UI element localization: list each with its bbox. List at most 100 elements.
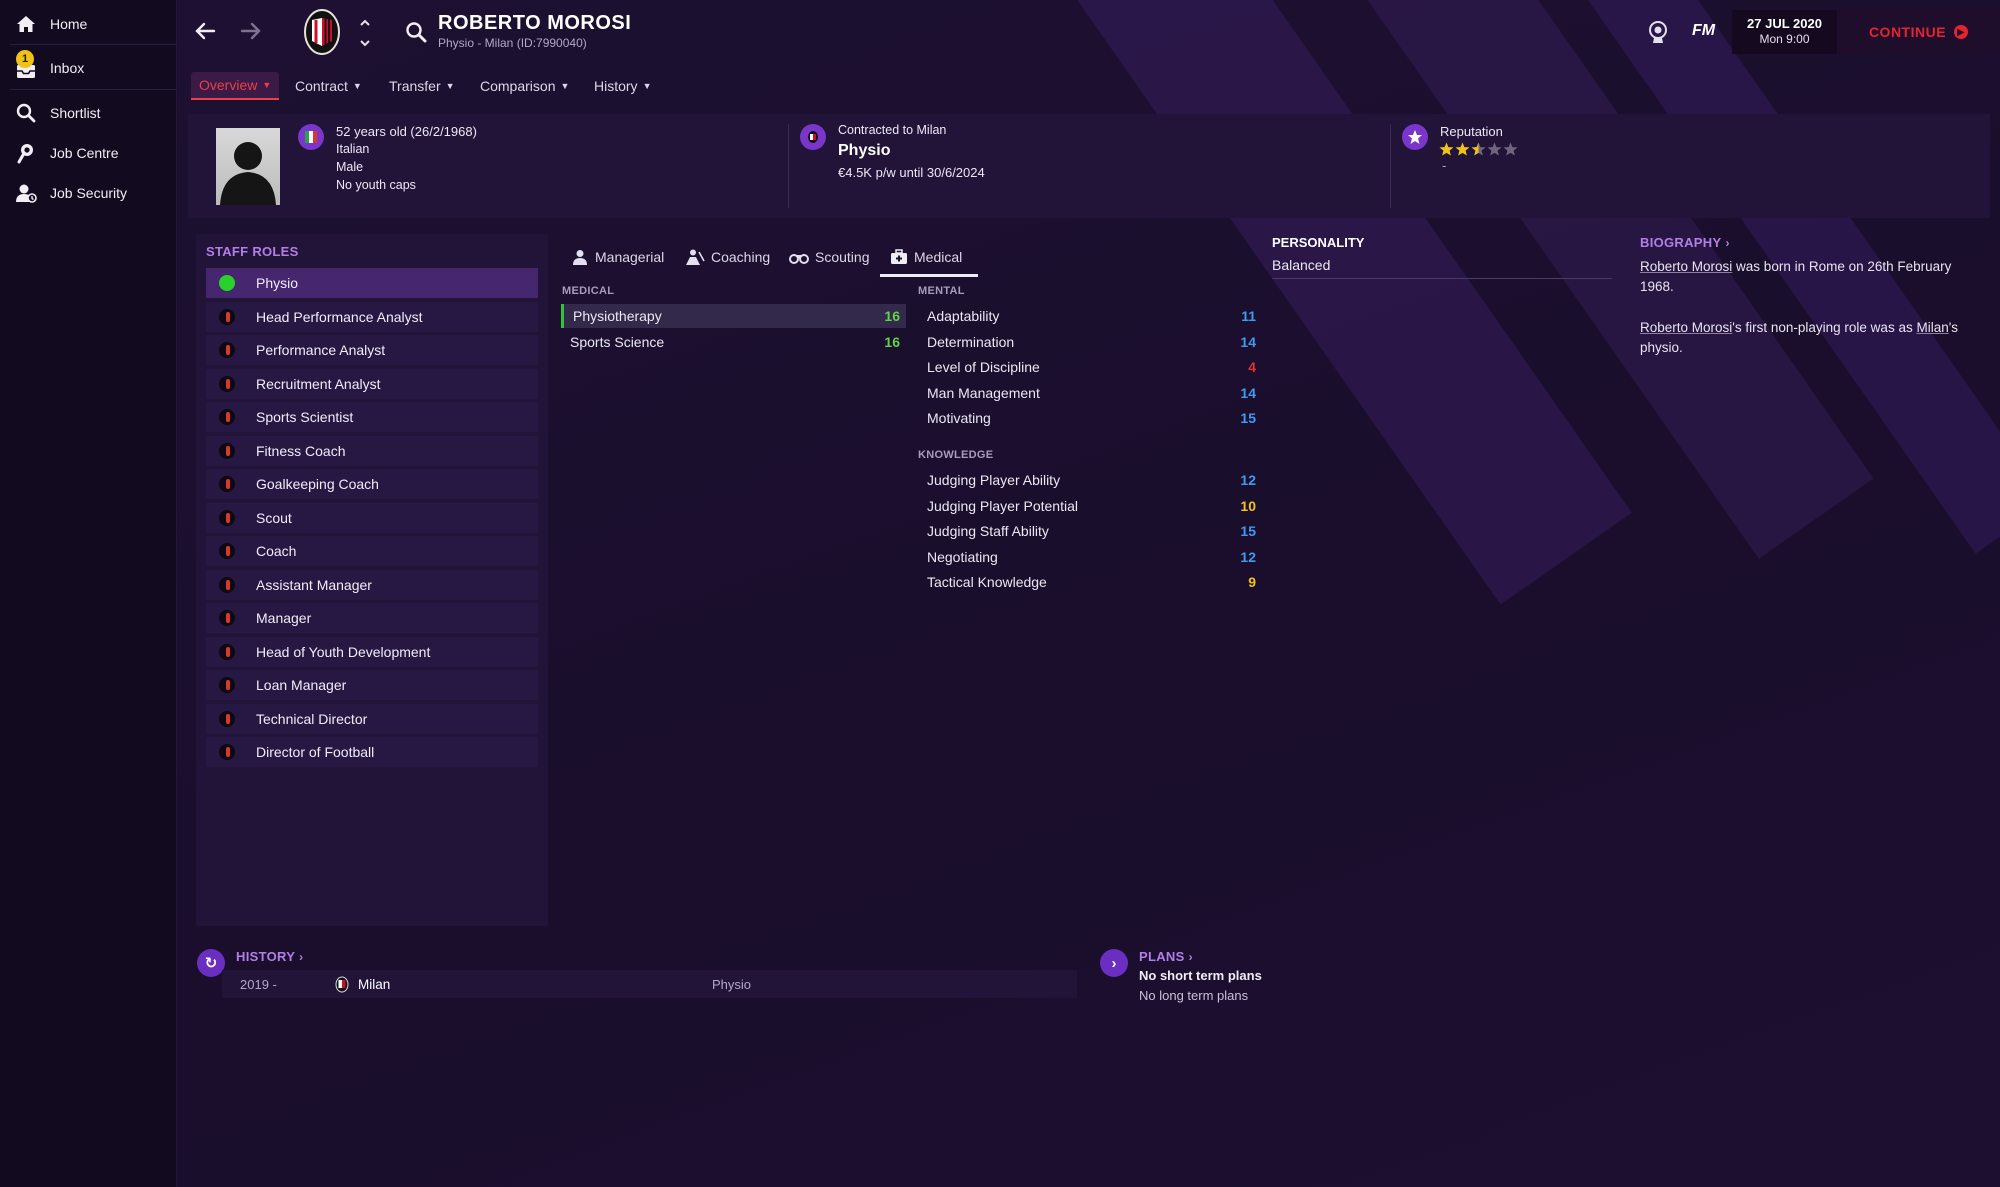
attribute-row[interactable]: Negotiating 12	[918, 545, 1262, 569]
staff-role-row[interactable]: Loan Manager	[206, 670, 538, 700]
staff-role-row[interactable]: Goalkeeping Coach	[206, 469, 538, 499]
divider	[10, 44, 177, 45]
avatar[interactable]	[216, 128, 280, 205]
role-status-icon	[219, 308, 235, 325]
attribute-value: 14	[1240, 384, 1256, 401]
youth-caps-text: No youth caps	[336, 178, 416, 192]
staff-role-row[interactable]: Fitness Coach	[206, 435, 538, 466]
attribute-row[interactable]: Judging Player Potential 10	[918, 494, 1262, 518]
fm-logo[interactable]: FM	[1692, 22, 1715, 40]
attribute-row[interactable]: Motivating 15	[918, 406, 1262, 430]
history-refresh-icon[interactable]: ↻	[197, 949, 225, 977]
role-status-icon	[219, 643, 235, 660]
current-time: Mon 9:00	[1759, 32, 1810, 46]
club-crest-icon[interactable]	[303, 8, 341, 56]
tab-scouting[interactable]: Scouting	[789, 244, 869, 270]
divider	[1390, 124, 1391, 208]
sidebar-item-job-centre[interactable]: Job Centre	[0, 133, 177, 173]
chevron-down-icon: ▼	[642, 81, 652, 91]
mental-header: MENTAL	[918, 285, 965, 297]
history-club: Milan	[358, 977, 391, 992]
staff-role-row[interactable]: Scout	[206, 502, 538, 533]
continue-button[interactable]: CONTINUE ▶	[1837, 10, 2000, 54]
history-row[interactable]: 2019 - Milan Physio	[222, 970, 1077, 998]
attribute-row[interactable]: Adaptability 11	[918, 304, 1262, 328]
sidebar-item-home[interactable]: Home	[0, 4, 177, 44]
role-active-indicator-icon	[219, 275, 235, 291]
attribute-row[interactable]: Judging Staff Ability 15	[918, 519, 1262, 543]
tab-label: Transfer	[389, 78, 441, 94]
attribute-value: 15	[1240, 410, 1256, 427]
biography-paragraph: Roberto Morosi was born in Rome on 26th …	[1640, 257, 1980, 297]
chevron-right-icon: ›	[1725, 235, 1730, 250]
staff-roles-panel: STAFF ROLES Physio Head Performance Analy…	[196, 234, 548, 926]
attribute-value: 16	[884, 308, 900, 324]
staff-role-label: Manager	[256, 610, 312, 626]
staff-role-row[interactable]: Head of Youth Development	[206, 636, 538, 667]
star-icon	[1471, 142, 1486, 156]
tab-history[interactable]: History ▼	[594, 72, 651, 100]
staff-role-row[interactable]: Sports Scientist	[206, 402, 538, 432]
staff-role-row[interactable]: Head Performance Analyst	[206, 301, 538, 332]
short-term-plans: No short term plans	[1139, 968, 1262, 983]
attribute-row[interactable]: Man Management 14	[918, 381, 1262, 405]
staff-role-row[interactable]: Performance Analyst	[206, 335, 538, 365]
divider	[788, 124, 789, 208]
attribute-name: Determination	[927, 333, 1015, 350]
staff-role-label: Loan Manager	[256, 677, 347, 693]
sidebar-item-shortlist[interactable]: Shortlist	[0, 93, 177, 133]
attribute-row[interactable]: Tactical Knowledge 9	[918, 570, 1262, 594]
staff-role-label: Director of Football	[256, 744, 375, 760]
person-link[interactable]: Roberto Morosi	[1640, 320, 1732, 335]
job-centre-icon	[14, 141, 38, 165]
coaching-icon	[686, 249, 705, 265]
staff-role-label: Head of Youth Development	[256, 643, 431, 660]
back-button[interactable]	[190, 16, 220, 46]
chevron-down-icon: ▼	[352, 81, 362, 91]
player-switcher[interactable]	[358, 16, 372, 50]
tab-coaching[interactable]: Coaching	[685, 244, 770, 270]
attribute-row[interactable]: Determination 14	[918, 330, 1262, 354]
staff-role-row[interactable]: Manager	[206, 603, 538, 633]
staff-role-row[interactable]: Physio	[206, 268, 538, 298]
trophy-icon[interactable]	[1647, 20, 1669, 44]
sidebar-item-job-security[interactable]: Job Security	[0, 173, 177, 213]
attribute-name: Negotiating	[927, 548, 998, 565]
tab-transfer[interactable]: Transfer ▼	[389, 72, 455, 100]
tab-managerial[interactable]: Managerial	[571, 244, 664, 270]
attribute-row[interactable]: Judging Player Ability 12	[918, 468, 1262, 492]
plans-link[interactable]: PLANS ›	[1139, 949, 1193, 964]
attribute-row[interactable]: Level of Discipline 4	[918, 355, 1262, 379]
tab-overview[interactable]: Overview ▼	[191, 72, 280, 100]
attribute-value: 15	[1240, 523, 1256, 540]
tab-label: Scouting	[815, 249, 870, 265]
nationality-flag-icon	[298, 124, 324, 150]
knowledge-header: KNOWLEDGE	[918, 449, 994, 461]
attribute-row[interactable]: Physiotherapy 16	[561, 304, 906, 328]
history-link[interactable]: HISTORY ›	[236, 949, 303, 964]
history-years: 2019 -	[240, 977, 277, 992]
staff-role-row[interactable]: Recruitment Analyst	[206, 368, 538, 399]
person-link[interactable]: Roberto Morosi	[1640, 259, 1732, 274]
attribute-row[interactable]: Sports Science 16	[561, 330, 906, 354]
biography-link[interactable]: BIOGRAPHY ›	[1640, 235, 1729, 250]
staff-roles-title: STAFF ROLES	[206, 244, 299, 259]
contract-wage: €4.5K p/w until 30/6/2024	[838, 165, 985, 180]
staff-role-row[interactable]: Assistant Manager	[206, 569, 538, 600]
tab-contract[interactable]: Contract ▼	[295, 72, 362, 100]
page-title: ROBERTO MOROSI	[438, 12, 632, 34]
attribute-name: Man Management	[927, 384, 1040, 401]
chevron-right-icon: ›	[299, 949, 304, 964]
staff-role-row[interactable]: Coach	[206, 536, 538, 566]
tab-comparison[interactable]: Comparison ▼	[480, 72, 569, 100]
search-icon[interactable]	[404, 20, 428, 44]
club-link[interactable]: Milan	[1916, 320, 1948, 335]
forward-button[interactable]	[236, 16, 266, 46]
attribute-value: 16	[884, 333, 900, 350]
staff-role-row[interactable]: Director of Football	[206, 737, 538, 767]
reputation-label: Reputation	[1440, 124, 1503, 139]
tab-medical[interactable]: Medical	[890, 244, 962, 270]
plans-arrow-icon[interactable]: ›	[1100, 949, 1128, 977]
staff-role-row[interactable]: Technical Director	[206, 703, 538, 734]
continue-label: CONTINUE	[1868, 24, 1947, 40]
